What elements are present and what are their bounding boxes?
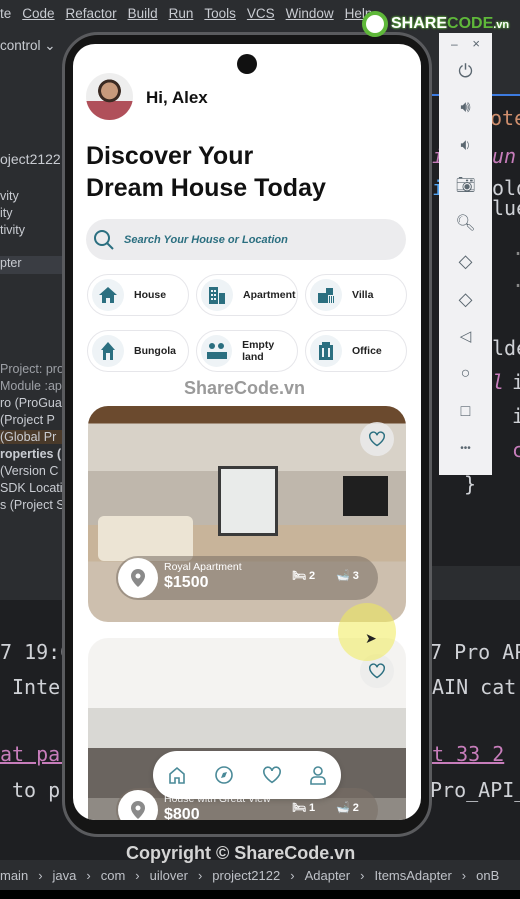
location-pin-icon: [118, 790, 158, 820]
run-config-dropdown[interactable]: control ⌄: [0, 38, 56, 53]
land-icon: [201, 335, 233, 367]
office-icon: [310, 335, 342, 367]
menu-code[interactable]: Code: [22, 6, 54, 21]
volume-up-icon[interactable]: 🔊︎: [439, 99, 492, 117]
bed-icon: 🛏: [292, 802, 306, 814]
emulator-toolbar: – × ⏻ 🔊︎ 🔉︎ 📷︎ 🔍︎ ◇ ◇ ◁ ○ □ •••: [439, 33, 492, 475]
apartment-icon: [201, 279, 233, 311]
sharecode-logo: SHARECODE.vn: [362, 11, 509, 37]
category-empty-land[interactable]: Empty land: [196, 330, 298, 372]
overview-icon[interactable]: □: [439, 403, 492, 421]
favorite-icon[interactable]: [262, 766, 282, 784]
bed-icon: 🛏: [292, 570, 306, 582]
search-input[interactable]: Search Your House or Location: [86, 219, 406, 260]
category-house[interactable]: House: [87, 274, 189, 316]
page-title: Discover Your Dream House Today: [86, 142, 326, 202]
home-button-icon[interactable]: ○: [439, 365, 492, 383]
bottom-nav: [153, 751, 341, 799]
menu-build[interactable]: Build: [128, 6, 158, 21]
listing-info: Royal Apartment $1500 🛏 2 🛁 3: [116, 556, 378, 600]
project-panel: oject2122 vity ity tivity pter Project: …: [0, 66, 65, 566]
house-icon: [92, 279, 124, 311]
search-icon: [94, 229, 114, 250]
menu-tools[interactable]: Tools: [204, 6, 236, 21]
bungalow-icon: [92, 335, 124, 367]
screen-edge: [0, 890, 520, 899]
rotate-right-icon[interactable]: ◇: [439, 289, 492, 310]
close-button[interactable]: ×: [439, 36, 492, 51]
zoom-icon[interactable]: 🔍︎: [439, 213, 492, 233]
category-villa[interactable]: Villa: [305, 274, 407, 316]
location-pin-icon: [118, 558, 158, 598]
explore-icon[interactable]: [214, 765, 234, 785]
menu-vcs[interactable]: VCS: [247, 6, 275, 21]
menu-window[interactable]: Window: [286, 6, 334, 21]
app-screen: Hi, Alex Discover Your Dream House Today…: [73, 44, 421, 820]
profile-icon[interactable]: [309, 765, 327, 785]
menu-refactor[interactable]: Refactor: [66, 6, 117, 21]
home-icon[interactable]: [167, 765, 187, 785]
mouse-cursor-icon: ➤: [365, 630, 377, 646]
category-office[interactable]: Office: [305, 330, 407, 372]
category-bungalow[interactable]: Bungola: [87, 330, 189, 372]
bath-icon: 🛁: [336, 802, 350, 814]
rotate-left-icon[interactable]: ◇: [439, 251, 492, 272]
bath-icon: 🛁: [336, 570, 350, 582]
category-apartment[interactable]: Apartment: [196, 274, 298, 316]
greeting: Hi, Alex: [146, 88, 208, 107]
watermark-center: ShareCode.vn: [184, 378, 306, 398]
back-icon[interactable]: ◁: [439, 327, 492, 345]
listing-card[interactable]: Royal Apartment $1500 🛏 2 🛁 3: [88, 406, 406, 622]
heart-icon: [369, 663, 385, 679]
menu-run[interactable]: Run: [169, 6, 194, 21]
menu-edit[interactable]: te: [0, 6, 11, 21]
heart-icon: [369, 431, 385, 447]
villa-icon: [310, 279, 342, 311]
camera-icon[interactable]: 📷︎: [439, 175, 492, 195]
volume-down-icon[interactable]: 🔉︎: [439, 137, 492, 155]
more-icon[interactable]: •••: [439, 443, 492, 454]
favorite-button[interactable]: [360, 422, 394, 456]
avatar[interactable]: [86, 73, 133, 120]
breadcrumb: main › java › com › uilover › project2122 › A…: [0, 860, 520, 890]
camera-notch: [237, 54, 257, 74]
power-icon[interactable]: ⏻: [439, 61, 492, 82]
copyright-watermark: Copyright © ShareCode.vn: [126, 843, 356, 863]
